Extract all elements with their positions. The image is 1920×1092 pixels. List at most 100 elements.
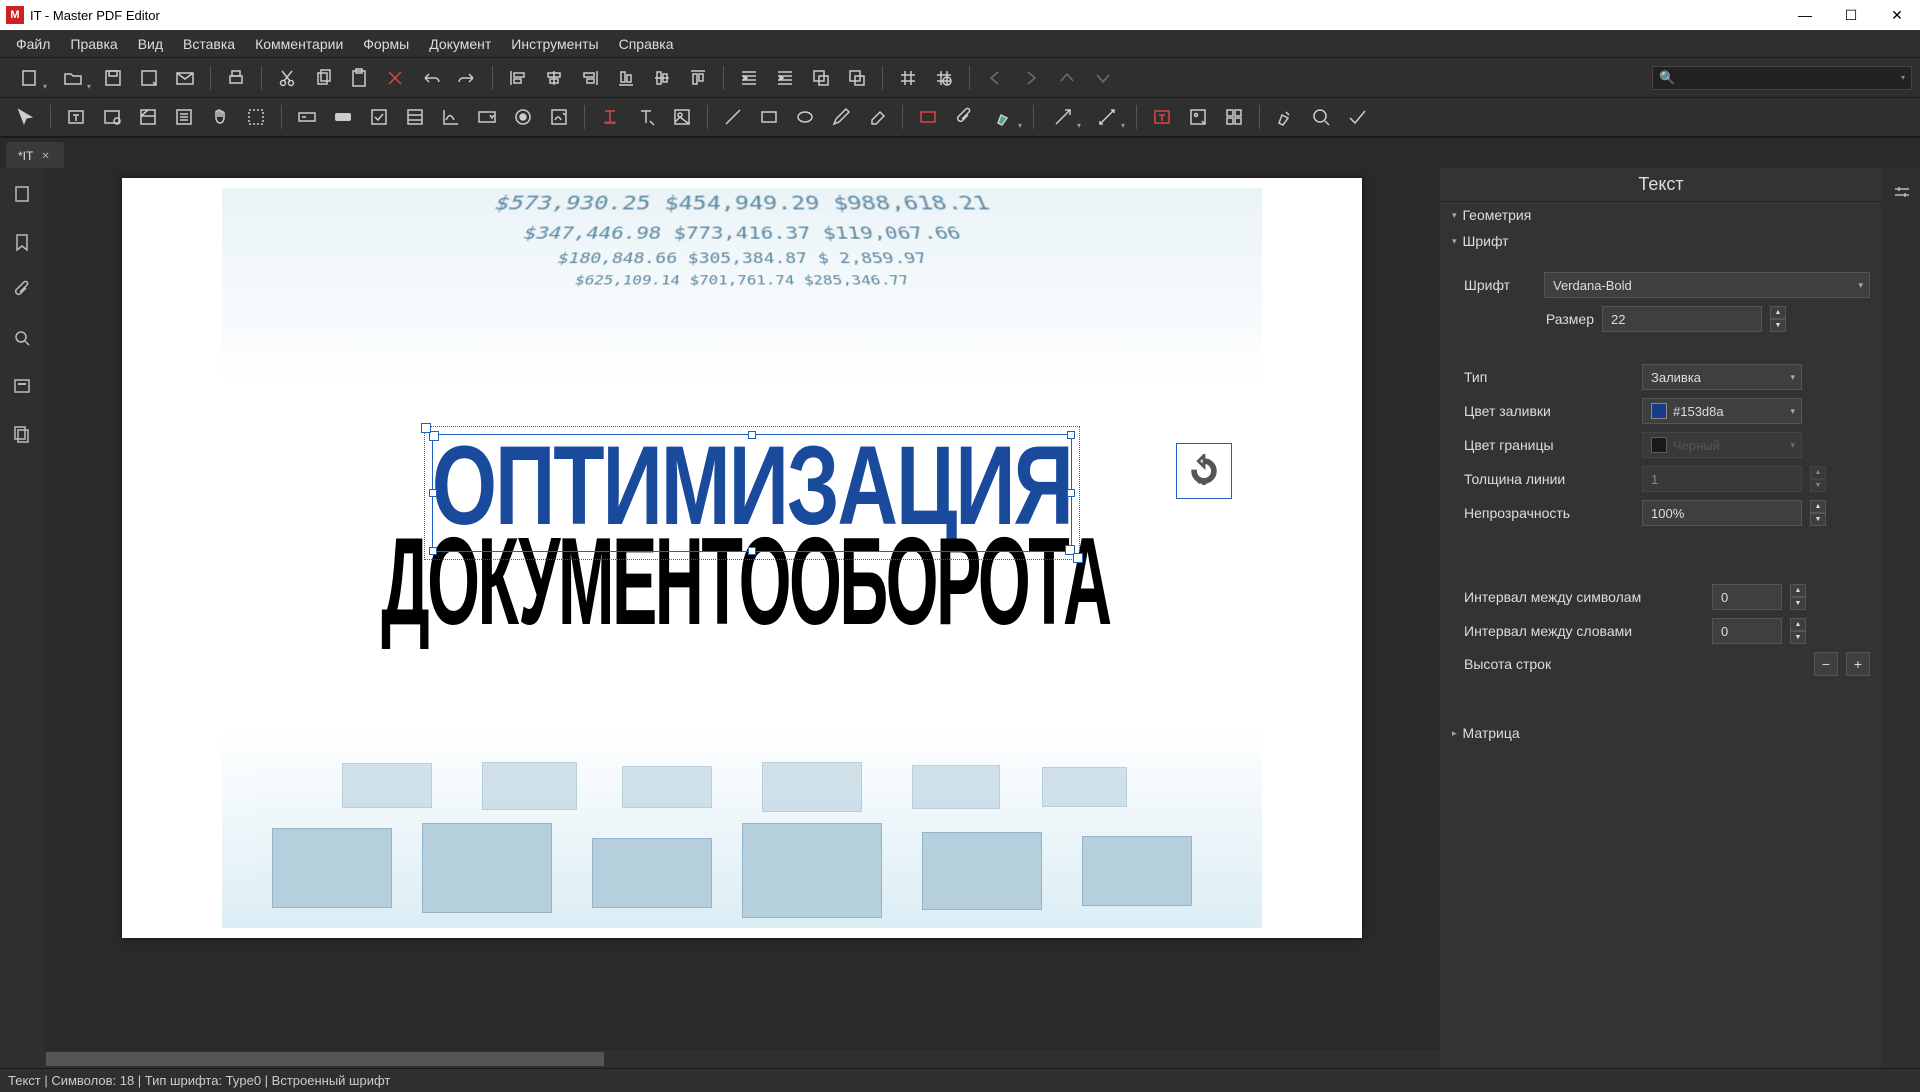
snap-grid-icon[interactable] bbox=[927, 62, 961, 94]
layers-icon[interactable] bbox=[6, 418, 38, 450]
radio-form-icon[interactable] bbox=[506, 101, 540, 133]
undo-button[interactable] bbox=[414, 62, 448, 94]
measure-icon[interactable] bbox=[1086, 101, 1128, 133]
filltype-select[interactable]: Заливка bbox=[1642, 364, 1802, 390]
close-button[interactable]: ✕ bbox=[1874, 0, 1920, 30]
increase-indent-icon[interactable] bbox=[768, 62, 802, 94]
hand-tool-icon[interactable] bbox=[203, 101, 237, 133]
pointer-tool-icon[interactable] bbox=[8, 101, 42, 133]
attachments-icon[interactable] bbox=[6, 274, 38, 306]
stamps-icon[interactable] bbox=[1217, 101, 1251, 133]
menu-forms[interactable]: Формы bbox=[353, 32, 419, 56]
menu-edit[interactable]: Правка bbox=[60, 32, 127, 56]
edit-form-tool-icon[interactable] bbox=[131, 101, 165, 133]
opacity-input[interactable]: 100% bbox=[1642, 500, 1802, 526]
down-icon[interactable] bbox=[1086, 62, 1120, 94]
document-tab[interactable]: *IT ✕ bbox=[6, 142, 64, 168]
send-back-icon[interactable] bbox=[840, 62, 874, 94]
check-icon[interactable] bbox=[1340, 101, 1374, 133]
eraser-annot-icon[interactable] bbox=[860, 101, 894, 133]
settings-sliders-icon[interactable] bbox=[1887, 178, 1915, 206]
highlight-text-icon[interactable] bbox=[593, 101, 627, 133]
search-panel-icon[interactable] bbox=[6, 322, 38, 354]
zoom-tool-icon[interactable] bbox=[1304, 101, 1338, 133]
open-file-button[interactable] bbox=[52, 62, 94, 94]
menu-help[interactable]: Справка bbox=[609, 32, 684, 56]
grid-icon[interactable] bbox=[891, 62, 925, 94]
opacity-spinner[interactable]: ▲▼ bbox=[1810, 500, 1826, 526]
text-box-icon[interactable] bbox=[1145, 101, 1179, 133]
checkbox-form-icon[interactable] bbox=[362, 101, 396, 133]
search-box[interactable]: 🔍 bbox=[1652, 66, 1912, 90]
combobox-form-icon[interactable] bbox=[470, 101, 504, 133]
stamp-icon[interactable] bbox=[1181, 101, 1215, 133]
lineheight-minus-button[interactable]: − bbox=[1814, 652, 1838, 676]
email-button[interactable] bbox=[168, 62, 202, 94]
sign-form-icon[interactable] bbox=[542, 101, 576, 133]
menu-view[interactable]: Вид bbox=[128, 32, 173, 56]
form-list-tool-icon[interactable] bbox=[167, 101, 201, 133]
line-annot-icon[interactable] bbox=[716, 101, 750, 133]
section-font[interactable]: Шрифт bbox=[1440, 228, 1882, 254]
attachment-icon[interactable] bbox=[947, 101, 981, 133]
size-input[interactable]: 22 bbox=[1602, 306, 1762, 332]
section-matrix[interactable]: Матрица bbox=[1440, 720, 1882, 746]
bookmarks-icon[interactable] bbox=[6, 226, 38, 258]
print-button[interactable] bbox=[219, 62, 253, 94]
arrow-annot-icon[interactable] bbox=[1042, 101, 1084, 133]
edit-object-tool-icon[interactable] bbox=[95, 101, 129, 133]
comments-panel-icon[interactable] bbox=[6, 370, 38, 402]
canvas-area[interactable]: $573,930.25 $454,949.29 $988,618.21 $347… bbox=[44, 168, 1440, 1068]
horizontal-scrollbar[interactable] bbox=[44, 1050, 1440, 1068]
listbox-form-icon[interactable] bbox=[398, 101, 432, 133]
save-as-button[interactable] bbox=[132, 62, 166, 94]
button-form-icon[interactable] bbox=[326, 101, 360, 133]
marker-icon[interactable] bbox=[1268, 101, 1302, 133]
prev-page-icon[interactable] bbox=[978, 62, 1012, 94]
new-file-button[interactable] bbox=[8, 62, 50, 94]
menu-insert[interactable]: Вставка bbox=[173, 32, 245, 56]
align-left-icon[interactable] bbox=[501, 62, 535, 94]
highlighter-icon[interactable] bbox=[983, 101, 1025, 133]
copy-button[interactable] bbox=[306, 62, 340, 94]
charspace-input[interactable]: 0 bbox=[1712, 584, 1782, 610]
ellipse-annot-icon[interactable] bbox=[788, 101, 822, 133]
menu-document[interactable]: Документ bbox=[419, 32, 501, 56]
menu-tools[interactable]: Инструменты bbox=[501, 32, 608, 56]
redo-button[interactable] bbox=[450, 62, 484, 94]
size-spinner[interactable]: ▲▼ bbox=[1770, 306, 1786, 332]
up-icon[interactable] bbox=[1050, 62, 1084, 94]
rect-annot-icon[interactable] bbox=[752, 101, 786, 133]
textfield-form-icon[interactable] bbox=[290, 101, 324, 133]
wordspace-input[interactable]: 0 bbox=[1712, 618, 1782, 644]
paste-button[interactable] bbox=[342, 62, 376, 94]
rotate-handle-icon[interactable] bbox=[1176, 443, 1232, 499]
thumbnails-icon[interactable] bbox=[6, 178, 38, 210]
delete-button[interactable] bbox=[378, 62, 412, 94]
font-select[interactable]: Verdana-Bold bbox=[1544, 272, 1870, 298]
cut-button[interactable] bbox=[270, 62, 304, 94]
minimize-button[interactable]: — bbox=[1782, 0, 1828, 30]
wordspace-spinner[interactable]: ▲▼ bbox=[1790, 618, 1806, 644]
align-center-h-icon[interactable] bbox=[537, 62, 571, 94]
maximize-button[interactable]: ☐ bbox=[1828, 0, 1874, 30]
fillcolor-select[interactable]: #153d8a bbox=[1642, 398, 1802, 424]
align-right-icon[interactable] bbox=[573, 62, 607, 94]
section-geometry[interactable]: Геометрия bbox=[1440, 202, 1882, 228]
next-page-icon[interactable] bbox=[1014, 62, 1048, 94]
save-button[interactable] bbox=[96, 62, 130, 94]
align-center-v-icon[interactable] bbox=[645, 62, 679, 94]
edit-text-tool-icon[interactable] bbox=[59, 101, 93, 133]
menu-file[interactable]: Файл bbox=[6, 32, 60, 56]
align-top-icon[interactable] bbox=[681, 62, 715, 94]
menu-comments[interactable]: Комментарии bbox=[245, 32, 353, 56]
tab-close-icon[interactable]: ✕ bbox=[41, 151, 49, 162]
select-area-tool-icon[interactable] bbox=[239, 101, 273, 133]
insert-text-icon[interactable] bbox=[629, 101, 663, 133]
charspace-spinner[interactable]: ▲▼ bbox=[1790, 584, 1806, 610]
signature-form-icon[interactable] bbox=[434, 101, 468, 133]
bring-front-icon[interactable] bbox=[804, 62, 838, 94]
pdf-page[interactable]: $573,930.25 $454,949.29 $988,618.21 $347… bbox=[122, 178, 1362, 938]
insert-image-icon[interactable] bbox=[665, 101, 699, 133]
decrease-indent-icon[interactable] bbox=[732, 62, 766, 94]
